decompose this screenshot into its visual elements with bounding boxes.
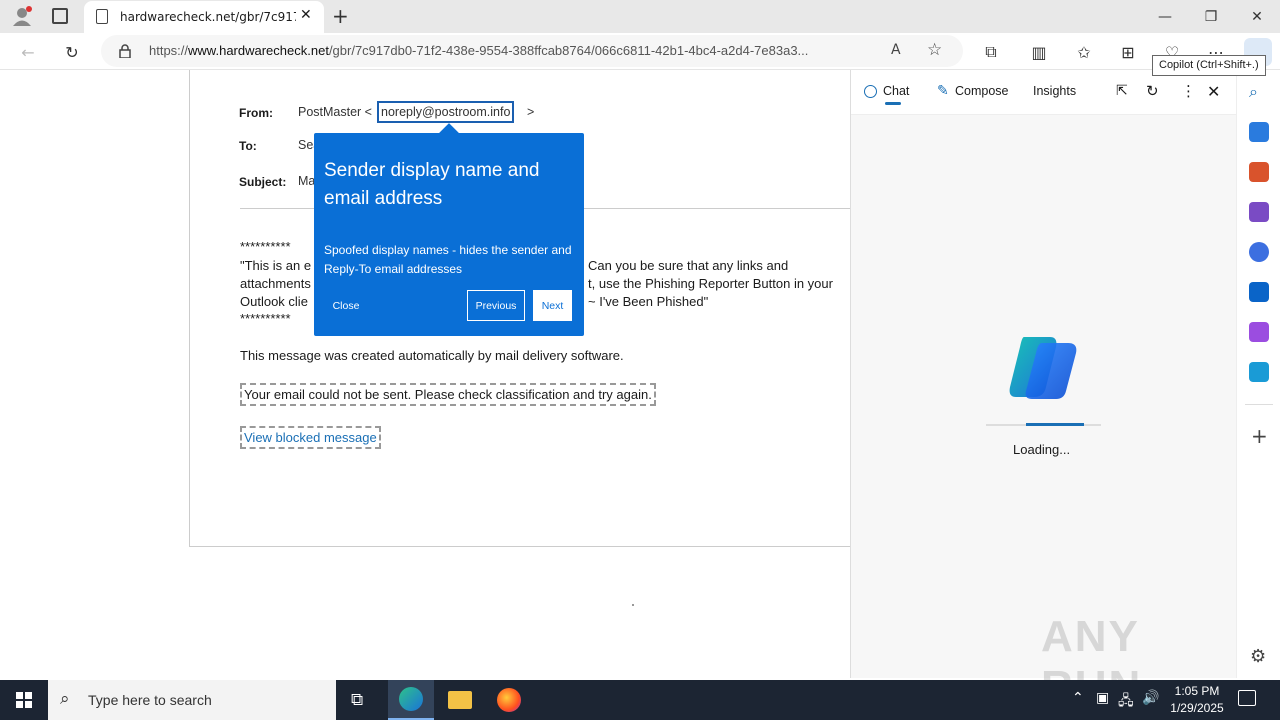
- banner-stars-top: **********: [240, 239, 291, 254]
- extensions-icon[interactable]: ⧉: [977, 38, 1005, 66]
- add-sidebar-icon[interactable]: +: [1251, 424, 1268, 448]
- banner-line-1: "This is an e: [240, 258, 312, 273]
- edge-sidebar: ⌕ + ⚙: [1236, 70, 1280, 678]
- tools-icon[interactable]: [1249, 162, 1269, 182]
- banner-line-2: attachments: [240, 276, 311, 291]
- subject-value: Ma: [298, 174, 316, 188]
- popup-description: Spoofed display names - hides the sender…: [324, 243, 572, 276]
- volume-icon[interactable]: 🔊: [1142, 690, 1159, 706]
- banner-line-3: Outlook clie: [240, 294, 308, 309]
- banner-stars-bottom: **********: [240, 311, 291, 326]
- read-aloud-icon[interactable]: A: [891, 42, 901, 58]
- copilot-tooltip: Copilot (Ctrl+Shift+.): [1152, 55, 1266, 76]
- designer-icon[interactable]: [1249, 322, 1269, 342]
- shopping-icon[interactable]: [1249, 122, 1269, 142]
- clock-time[interactable]: 1:05 PM: [1174, 684, 1220, 698]
- send-icon[interactable]: [1249, 362, 1269, 382]
- edge-taskbar-icon[interactable]: [388, 680, 434, 720]
- refresh-button[interactable]: ↻: [58, 38, 86, 66]
- popup-close-button[interactable]: Close: [326, 290, 366, 321]
- dot: [632, 604, 634, 606]
- error-message: Your email could not be sent. Please che…: [240, 383, 656, 406]
- outlook-icon[interactable]: [1249, 282, 1269, 302]
- loading-text: Loading...: [1013, 442, 1071, 457]
- from-name: PostMaster <: [298, 105, 372, 119]
- firefox-icon[interactable]: [497, 688, 521, 712]
- url-text[interactable]: https://www.hardwarecheck.net/gbr/7c917d…: [149, 43, 879, 58]
- new-tab-button[interactable]: +: [332, 4, 349, 28]
- copilot-header: Chat ✎ Compose Insights ⇱ ↻ ⋮ ✕: [851, 70, 1237, 115]
- search-glass-icon: ⌕: [60, 689, 70, 709]
- microsoft365-icon[interactable]: [1249, 242, 1269, 262]
- banner-line-2-end: t, use the Phishing Reporter Button in y…: [588, 276, 833, 291]
- restore-button[interactable]: ❐: [1188, 0, 1234, 33]
- taskbar-search[interactable]: ⌕ Type here to search: [48, 680, 336, 720]
- notifications-icon[interactable]: [1238, 690, 1256, 706]
- page-icon: [96, 9, 108, 24]
- favorites-icon[interactable]: ✩: [1070, 38, 1098, 66]
- settings-icon[interactable]: ⚙: [1250, 646, 1266, 667]
- search-icon[interactable]: ⌕: [1249, 82, 1258, 102]
- popup-next-button[interactable]: Next: [533, 290, 572, 321]
- tab-actions-icon[interactable]: [52, 8, 68, 24]
- loading-bar: [1026, 423, 1084, 426]
- start-button[interactable]: [16, 692, 32, 708]
- tray-device-icon[interactable]: ▣: [1096, 690, 1109, 706]
- task-view-icon[interactable]: ⧉: [351, 690, 363, 710]
- banner-line-3-end: ~ I've Been Phished": [588, 294, 709, 309]
- chat-icon: [864, 85, 877, 98]
- address-bar[interactable]: https://www.hardwarecheck.net/gbr/7c917d…: [101, 35, 963, 67]
- lock-icon[interactable]: [119, 44, 131, 59]
- auto-message: This message was created automatically b…: [240, 348, 624, 363]
- from-label: From:: [239, 106, 273, 120]
- from-close-bracket: >: [527, 105, 535, 119]
- view-blocked-message-link[interactable]: View blocked message: [240, 426, 381, 449]
- subject-label: Subject:: [239, 175, 287, 189]
- profile-icon[interactable]: [12, 6, 32, 26]
- banner-line-1-end: Can you be sure that any links and: [588, 258, 789, 273]
- back-button[interactable]: ←: [14, 38, 42, 66]
- from-address[interactable]: noreply@postroom.info: [377, 101, 515, 123]
- file-explorer-icon[interactable]: [448, 691, 472, 709]
- split-screen-icon[interactable]: ▥: [1025, 38, 1053, 66]
- to-label: To:: [239, 139, 257, 153]
- copilot-logo-icon: [1006, 335, 1080, 401]
- compose-icon: ✎: [937, 83, 949, 99]
- open-new-window-icon[interactable]: ⇱: [1116, 83, 1128, 99]
- tray-chevron-icon[interactable]: ⌃: [1072, 690, 1084, 706]
- search-placeholder: Type here to search: [88, 692, 212, 708]
- close-tab-icon[interactable]: ✕: [300, 7, 312, 23]
- tab-title: hardwarecheck.net/gbr/7c917db: [120, 10, 296, 24]
- sender-info-popup: Sender display name and email address Sp…: [314, 123, 584, 336]
- browser-title-bar: hardwarecheck.net/gbr/7c917db ✕ + — ❐ ✕: [0, 0, 1280, 33]
- popup-title: Sender display name and email address: [324, 160, 540, 209]
- refresh-panel-icon[interactable]: ↻: [1146, 82, 1159, 100]
- network-icon[interactable]: 🖧: [1118, 690, 1134, 714]
- collections-icon[interactable]: ⊞: [1114, 38, 1142, 66]
- tab-compose[interactable]: Compose: [955, 84, 1009, 98]
- sidebar-divider: [1245, 404, 1273, 405]
- active-tab[interactable]: hardwarecheck.net/gbr/7c917db ✕: [84, 1, 324, 33]
- close-window-button[interactable]: ✕: [1234, 0, 1280, 33]
- close-panel-icon[interactable]: ✕: [1207, 82, 1220, 101]
- popup-previous-button[interactable]: Previous: [467, 290, 525, 321]
- favorite-star-icon[interactable]: ☆: [927, 40, 942, 60]
- chat-tab-underline: [885, 102, 901, 105]
- tab-insights[interactable]: Insights: [1033, 84, 1076, 98]
- taskbar: ⌕ Type here to search ⧉ ⌃ ▣ 🖧 🔊 1:05 PM …: [0, 680, 1280, 720]
- games-icon[interactable]: [1249, 202, 1269, 222]
- copilot-panel: Chat ✎ Compose Insights ⇱ ↻ ⋮ ✕ Loading.…: [850, 70, 1237, 711]
- clock-date[interactable]: 1/29/2025: [1166, 701, 1228, 715]
- navigation-bar: ← ↻ https://www.hardwarecheck.net/gbr/7c…: [0, 33, 1280, 70]
- minimize-button[interactable]: —: [1142, 0, 1188, 33]
- panel-more-icon[interactable]: ⋮: [1181, 82, 1196, 100]
- tab-chat[interactable]: Chat: [883, 84, 909, 98]
